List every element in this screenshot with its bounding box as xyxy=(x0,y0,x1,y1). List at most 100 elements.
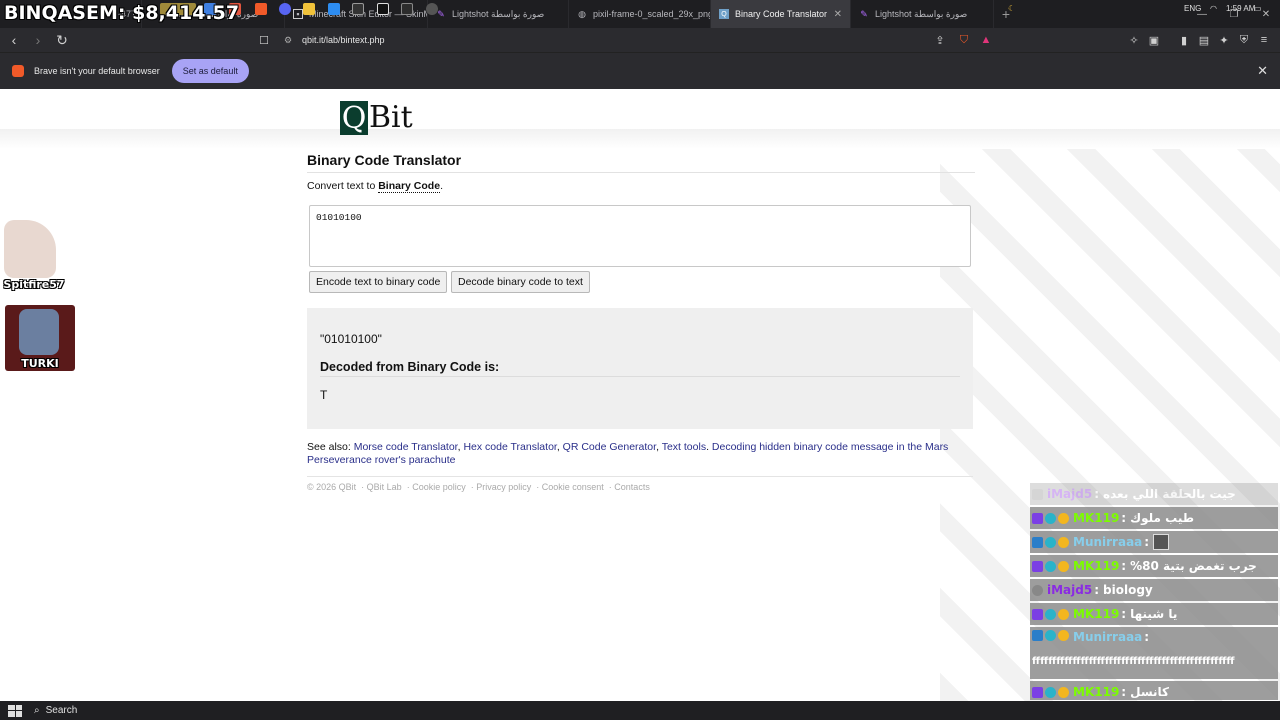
chat-text: ffffffffffffffffffffffffffffffffffffffff… xyxy=(1032,655,1235,667)
badge-icon xyxy=(1045,560,1056,572)
tab-7[interactable]: ✎ Lightshot صورة بواسطة xyxy=(851,0,994,28)
back-icon[interactable]: ‹ xyxy=(4,30,24,50)
chat-message: MK119: %جرب تغمض بتية 80 xyxy=(1030,555,1278,577)
brave-taskbar-icon[interactable] xyxy=(255,3,267,15)
logo-q: Q xyxy=(340,101,368,136)
chat-user: MK119 xyxy=(1073,511,1120,525)
footer-copyright: © 2026 QBit xyxy=(307,482,357,492)
link-text-tools[interactable]: Text tools xyxy=(662,441,706,453)
link-morse[interactable]: Morse code Translator xyxy=(354,441,458,453)
wifi-icon[interactable]: ◠ xyxy=(1210,4,1217,13)
footer-contacts[interactable]: Contacts xyxy=(614,482,650,492)
footer-qbit-lab[interactable]: QBit Lab xyxy=(367,482,402,492)
decode-button[interactable]: Decode binary code to text xyxy=(451,271,590,293)
encode-button[interactable]: Encode text to binary code xyxy=(309,271,448,293)
footer-cookie-consent[interactable]: Cookie consent xyxy=(542,482,604,492)
start-icon[interactable] xyxy=(8,704,22,717)
input-language[interactable]: ENG xyxy=(1184,4,1201,13)
tab-label: Lightshot صورة بواسطة xyxy=(452,8,545,19)
badge-icon xyxy=(1058,686,1069,698)
close-infobar-icon[interactable]: ✕ xyxy=(1257,63,1268,79)
badge-icon xyxy=(1058,608,1069,620)
obs-icon[interactable] xyxy=(426,3,438,15)
reload-icon[interactable]: ↻ xyxy=(52,30,72,50)
tab-5[interactable]: ◍ pixil-frame-0_scaled_29x_pngcrush xyxy=(569,0,711,28)
wallet-icon[interactable]: ▤ xyxy=(1196,32,1212,48)
header-band xyxy=(0,129,1280,149)
chat-message: MK119: يا شينها xyxy=(1030,603,1278,625)
brave-shields-icon[interactable]: ⛉ xyxy=(956,32,972,48)
bookmark-icon[interactable]: ☐ xyxy=(256,32,272,48)
chat-text: طيب ملوك xyxy=(1130,511,1195,525)
badge-icon xyxy=(1032,560,1043,572)
badge-icon xyxy=(1032,512,1043,524)
webcam-overlay-2: TURKI xyxy=(5,305,75,371)
logo-bit: Bit xyxy=(369,100,413,135)
taskbar-search[interactable]: ⌕ Search xyxy=(34,705,77,716)
forward-icon[interactable]: › xyxy=(28,30,48,50)
discord-icon[interactable] xyxy=(279,3,291,15)
chat-user: MK119 xyxy=(1073,685,1120,699)
terminal-icon[interactable] xyxy=(401,3,413,15)
badge-icon xyxy=(1045,536,1056,548)
vpn-icon[interactable]: ⛨ xyxy=(1236,32,1252,48)
share-icon[interactable]: ⇪ xyxy=(932,32,948,48)
reading-list-icon[interactable]: ▣ xyxy=(1146,32,1162,48)
globe-icon: ◍ xyxy=(578,8,586,19)
tab-4[interactable]: ✎ Lightshot صورة بواسطة xyxy=(428,0,569,28)
close-tab-icon[interactable]: ✕ xyxy=(828,9,842,20)
badge-icon xyxy=(1045,630,1056,641)
menu-icon[interactable]: ≡ xyxy=(1256,32,1272,48)
search-label: Search xyxy=(45,705,78,716)
url-text: qbit.it/lab/bintext.php xyxy=(302,35,385,45)
lightshot-icon: ✎ xyxy=(860,8,868,19)
extensions-icon[interactable]: ✧ xyxy=(1126,32,1142,48)
set-as-default-button[interactable]: Set as default xyxy=(171,59,249,83)
badge-icon xyxy=(1058,512,1069,524)
chat-message: iMajd5: جيت بالحلقة اللي بعده xyxy=(1030,483,1278,505)
vscode-icon[interactable] xyxy=(328,3,340,15)
page-title: Binary Code Translator xyxy=(307,152,975,173)
badge-icon xyxy=(1045,686,1056,698)
chat-text: %جرب تغمض بتية 80 xyxy=(1130,559,1257,573)
footer-cookie-policy[interactable]: Cookie policy xyxy=(412,482,466,492)
leo-ai-icon[interactable]: ✦ xyxy=(1216,32,1232,48)
cam-name: TURKI xyxy=(21,357,59,370)
badge-icon xyxy=(1032,536,1043,548)
notion-icon[interactable] xyxy=(377,3,389,15)
badge-icon xyxy=(1045,608,1056,620)
avatar xyxy=(4,220,56,278)
webcam-overlay-1: Spitfire57 xyxy=(0,214,68,292)
brave-rewards-icon[interactable]: ▲ xyxy=(978,32,994,48)
infobar-message: Brave isn't your default browser xyxy=(34,66,160,76)
binary-code-link[interactable]: Binary Code xyxy=(378,180,441,193)
app-icon[interactable] xyxy=(352,3,364,15)
result-panel: "01010100" Decoded from Binary Code is: … xyxy=(307,308,973,429)
chat-message: MK119: طيب ملوك xyxy=(1030,507,1278,529)
tab-label: pixil-frame-0_scaled_29x_pngcrush xyxy=(593,9,710,19)
chat-message: iMajd5: biology xyxy=(1030,579,1278,601)
chat-text: biology xyxy=(1103,583,1153,597)
sidebar-icon[interactable]: ▮ xyxy=(1176,32,1192,48)
weather-icon[interactable]: ☾ xyxy=(1008,4,1015,13)
link-hex[interactable]: Hex code Translator xyxy=(463,441,556,453)
badge-icon xyxy=(1058,560,1069,572)
search-icon: ⌕ xyxy=(34,705,40,716)
chat-user: iMajd5 xyxy=(1047,487,1093,501)
tab-6-active[interactable]: Q Binary Code Translator ✕ xyxy=(711,0,851,28)
qbit-logo[interactable]: Q Bit xyxy=(340,100,413,136)
clock[interactable]: 1:59 AM xyxy=(1226,4,1255,13)
badge-icon xyxy=(1032,608,1043,620)
chat-user: iMajd5 xyxy=(1047,583,1093,597)
site-info-icon[interactable]: ⚙ xyxy=(284,35,298,46)
footer-privacy-policy[interactable]: Privacy policy xyxy=(476,482,531,492)
notification-icon[interactable]: ▭ xyxy=(1254,4,1262,13)
avatar xyxy=(19,309,59,355)
file-explorer-icon[interactable] xyxy=(303,3,315,15)
chat-user: Munirraaa xyxy=(1073,535,1143,549)
link-qr[interactable]: QR Code Generator xyxy=(563,441,656,453)
badge-icon xyxy=(1032,630,1043,641)
tab-label: Lightshot صورة بواسطة xyxy=(875,8,968,19)
input-textarea[interactable]: 01010100 xyxy=(309,205,971,267)
url-field[interactable]: ⚙ qbit.it/lab/bintext.php xyxy=(278,30,998,50)
